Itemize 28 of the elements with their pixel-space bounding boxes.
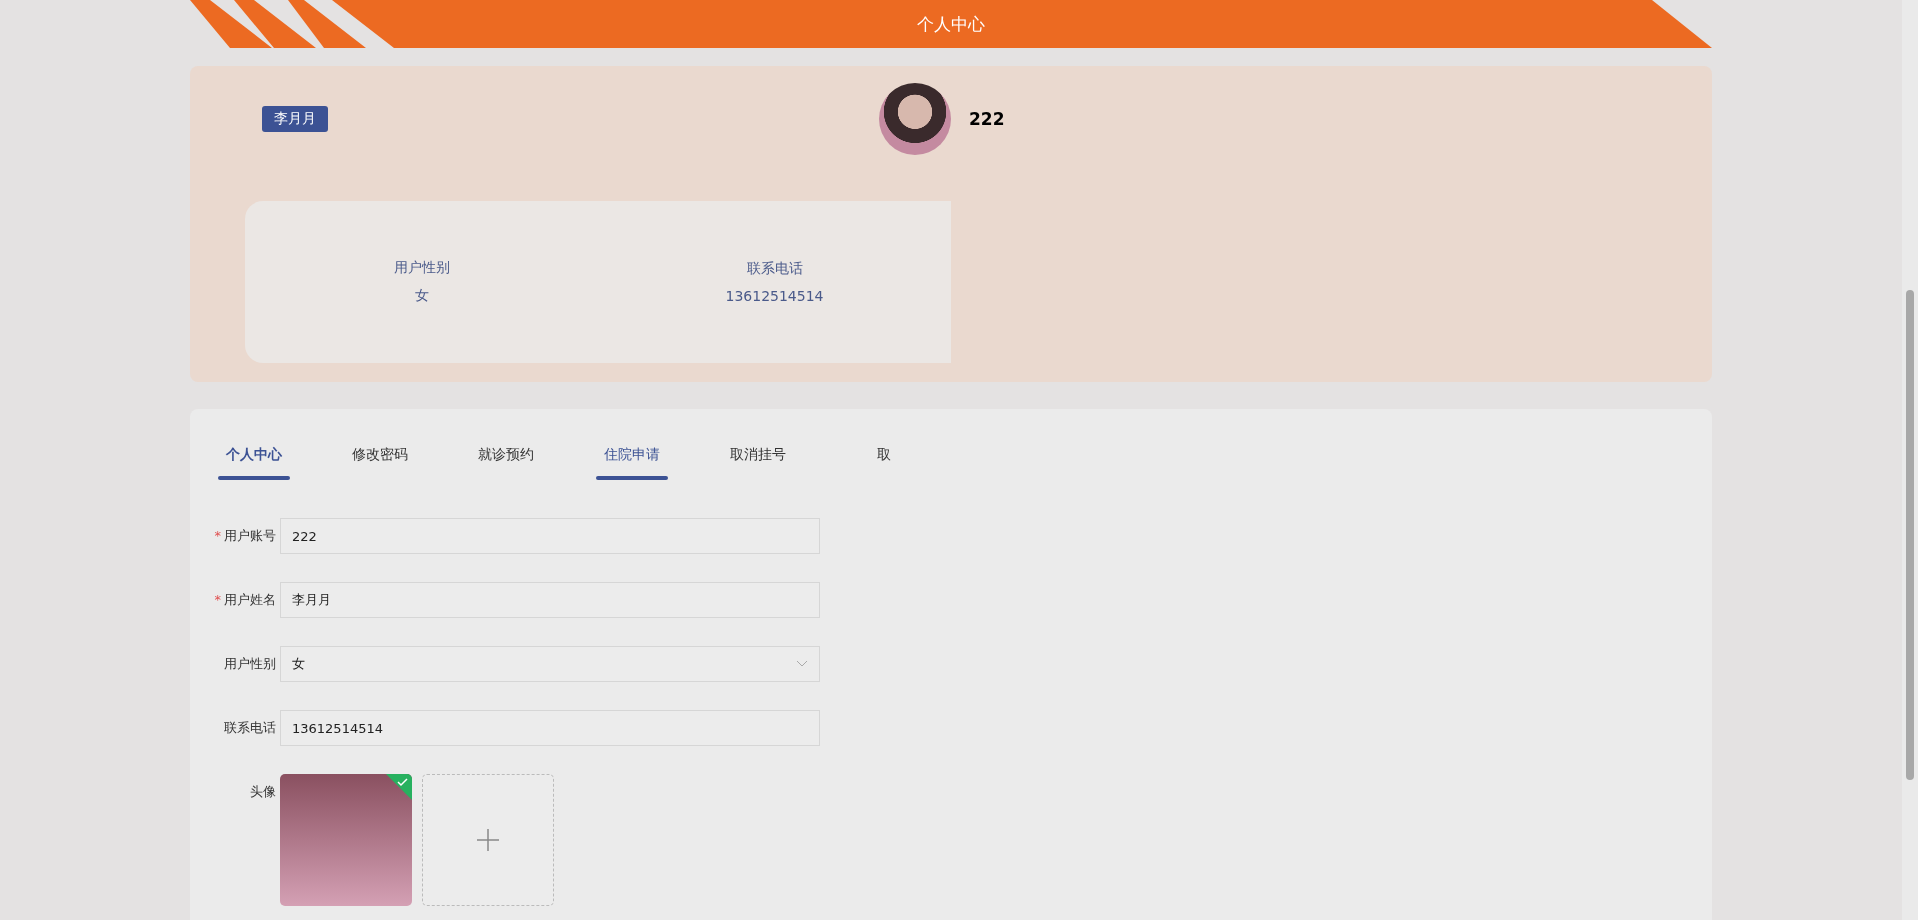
- tab[interactable]: 就诊预约: [443, 446, 569, 480]
- info-label: 用户性别: [393, 259, 450, 277]
- text-field[interactable]: 13612514514: [280, 710, 820, 746]
- scrollbar[interactable]: [1902, 0, 1918, 920]
- info-value: 13612514514: [725, 288, 824, 304]
- plus-icon: [477, 829, 499, 851]
- chevron-down-icon: [796, 660, 808, 668]
- text-field[interactable]: 李月月: [280, 582, 820, 618]
- field-label: 用户账号: [224, 527, 276, 545]
- select-field[interactable]: 女: [280, 646, 820, 682]
- required-mark: *: [214, 527, 221, 545]
- text-field[interactable]: 222: [280, 518, 820, 554]
- info-label: 联系电话: [746, 260, 803, 278]
- field-label: 头像: [250, 783, 276, 801]
- header-title: 个人中心: [917, 12, 985, 36]
- upload-button[interactable]: [422, 774, 554, 906]
- tab[interactable]: 个人中心: [191, 446, 317, 480]
- username: 222: [969, 109, 1005, 129]
- field-label: 联系电话: [224, 719, 276, 737]
- info-value: 女: [414, 287, 429, 305]
- field-label: 用户性别: [224, 655, 276, 673]
- field-label: 用户姓名: [224, 591, 276, 609]
- tab[interactable]: 取消挂号: [695, 446, 821, 480]
- required-mark: *: [214, 591, 221, 609]
- tab[interactable]: 住院申请: [569, 446, 695, 480]
- name-badge: 李月月: [262, 106, 328, 132]
- tab[interactable]: 取: [821, 446, 947, 480]
- tab[interactable]: 修改密码: [317, 446, 443, 480]
